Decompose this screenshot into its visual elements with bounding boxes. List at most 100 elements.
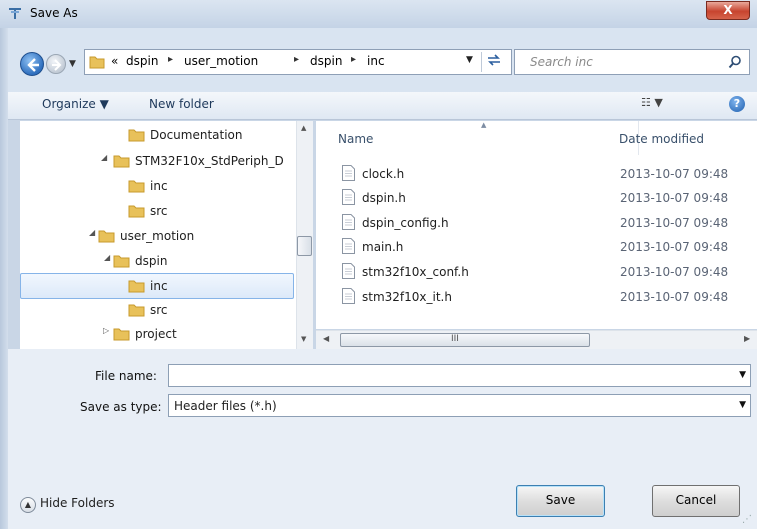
window-frame [0, 28, 8, 529]
breadcrumb-user-motion[interactable]: user_motion [184, 54, 258, 68]
refresh-button[interactable] [481, 52, 505, 72]
tree-item-src[interactable]: src [20, 199, 292, 223]
tree-toggle[interactable]: ▷ [103, 326, 109, 335]
folder-icon [128, 205, 145, 218]
folder-icon [128, 129, 145, 142]
file-name: stm32f10x_conf.h [362, 265, 469, 279]
scroll-grip: III [451, 334, 459, 344]
tree-item-inc[interactable]: inc [20, 174, 292, 198]
file-name: dspin.h [362, 191, 406, 205]
search-icon[interactable] [728, 55, 742, 69]
column-name[interactable]: Name [338, 132, 373, 146]
breadcrumb-overflow[interactable]: « [111, 54, 118, 68]
file-name: dspin_config.h [362, 216, 449, 230]
tree-item-stdperiph[interactable]: ◢ STM32F10x_StdPeriph_D [20, 149, 292, 173]
file-list-hscrollbar[interactable]: ◀ III ▶ [316, 330, 757, 349]
file-name-input[interactable]: ▼ [168, 364, 751, 387]
file-date: 2013-10-07 09:48 [620, 290, 729, 304]
save-button[interactable]: Save [516, 485, 605, 517]
tree-item-dspin[interactable]: ◢ dspin [20, 249, 292, 273]
tree-item-project[interactable]: ▷ project [20, 322, 292, 346]
back-button[interactable] [20, 52, 44, 76]
organize-button[interactable]: Organize ▼ [42, 97, 109, 111]
new-folder-button[interactable]: New folder [149, 97, 214, 111]
folder-icon [128, 180, 145, 193]
file-row[interactable]: dspin.h 2013-10-07 09:48 [316, 185, 757, 209]
file-name: clock.h [362, 167, 405, 181]
tree-item-label: STM32F10x_StdPeriph_D [135, 154, 284, 168]
cancel-button[interactable]: Cancel [652, 485, 740, 517]
tree-item-documentation[interactable]: Documentation [20, 123, 292, 147]
breadcrumb-separator[interactable]: ▸ [294, 54, 299, 65]
command-bar: Organize ▼ New folder ☷ ▼ ? [8, 92, 757, 120]
column-date-modified[interactable]: Date modified [619, 132, 704, 146]
tree-item-src-2[interactable]: src [20, 298, 292, 322]
tree-toggle[interactable]: ◢ [101, 153, 107, 162]
close-button[interactable]: X [706, 1, 750, 20]
tree-item-label: user_motion [120, 229, 195, 243]
folder-icon [98, 230, 115, 243]
window-title: Save As [30, 6, 78, 20]
file-row[interactable]: stm32f10x_conf.h 2013-10-07 09:48 [316, 259, 757, 283]
address-dropdown-arrow[interactable]: ▼ [466, 55, 473, 65]
tree-item-label: src [150, 303, 168, 317]
file-row[interactable]: main.h 2013-10-07 09:48 [316, 234, 757, 258]
search-placeholder: Search inc [530, 55, 593, 69]
file-date: 2013-10-07 09:48 [620, 265, 729, 279]
column-header: ▲ Name Date modified [316, 121, 757, 155]
forward-button[interactable] [46, 54, 66, 74]
tree-item-label: inc [150, 279, 168, 293]
file-row[interactable]: clock.h 2013-10-07 09:48 [316, 161, 757, 185]
navigation-pane: Documentation ◢ STM32F10x_StdPeriph_D in… [20, 121, 296, 349]
sort-arrow-icon: ▲ [481, 121, 487, 129]
tree-scrollbar[interactable]: ▲ ▼ [296, 121, 313, 349]
header-file-icon [342, 214, 355, 230]
folder-icon [128, 304, 145, 317]
breadcrumb-dspin-2[interactable]: dspin [310, 54, 342, 68]
header-file-icon [342, 189, 355, 205]
address-bar[interactable]: « dspin ▸ user_motion ▸ dspin ▸ inc [84, 49, 512, 75]
chevron-down-icon[interactable]: ▼ [739, 370, 746, 380]
file-name-label: File name: [95, 369, 157, 383]
file-date: 2013-10-07 09:48 [620, 216, 729, 230]
collapse-up-icon[interactable]: ▲ [20, 497, 36, 513]
folder-icon [113, 255, 130, 268]
folder-icon [128, 280, 145, 293]
tree-item-label: dspin [135, 254, 168, 268]
search-input[interactable]: Search inc [514, 49, 750, 75]
tree-item-label: Documentation [150, 128, 243, 142]
tree-item-label: project [135, 327, 177, 341]
tree-item-label: src [150, 204, 168, 218]
save-type-select[interactable]: Header files (*.h) ▼ [168, 394, 751, 417]
breadcrumb-dspin[interactable]: dspin [126, 54, 158, 68]
back-arrow-icon [27, 58, 39, 72]
file-row[interactable]: dspin_config.h 2013-10-07 09:48 [316, 210, 757, 234]
breadcrumb-separator[interactable]: ▸ [168, 54, 173, 65]
tree-item-user-motion[interactable]: ◢ user_motion [20, 224, 292, 248]
tree-toggle[interactable]: ◢ [104, 253, 110, 262]
breadcrumb-separator[interactable]: ▸ [351, 54, 356, 65]
scroll-down-icon[interactable]: ▼ [301, 335, 306, 343]
file-name: stm32f10x_it.h [362, 290, 452, 304]
file-row[interactable]: stm32f10x_it.h 2013-10-07 09:48 [316, 284, 757, 308]
scroll-left-icon[interactable]: ◀ [323, 334, 329, 343]
breadcrumb-inc[interactable]: inc [367, 54, 385, 68]
recent-locations-button[interactable]: ▼ [69, 59, 79, 69]
change-view-button[interactable]: ☷ ▼ [641, 96, 663, 109]
forward-arrow-icon [52, 59, 62, 71]
help-icon[interactable]: ? [729, 96, 745, 112]
file-date: 2013-10-07 09:48 [620, 191, 729, 205]
tree-scroll-thumb[interactable] [297, 236, 312, 256]
hscroll-thumb[interactable]: III [340, 333, 590, 347]
header-file-icon [342, 165, 355, 181]
scroll-up-icon[interactable]: ▲ [301, 124, 306, 132]
save-type-value: Header files (*.h) [174, 399, 277, 413]
chevron-down-icon[interactable]: ▼ [739, 400, 746, 410]
header-file-icon [342, 263, 355, 279]
scroll-right-icon[interactable]: ▶ [744, 334, 750, 343]
tree-toggle[interactable]: ◢ [89, 228, 95, 237]
title-bar: Save As X [0, 0, 757, 28]
hide-folders-button[interactable]: Hide Folders [40, 496, 115, 510]
tree-item-inc-selected[interactable]: inc [20, 273, 294, 299]
resize-grip-icon[interactable]: ⋰ [742, 514, 752, 525]
